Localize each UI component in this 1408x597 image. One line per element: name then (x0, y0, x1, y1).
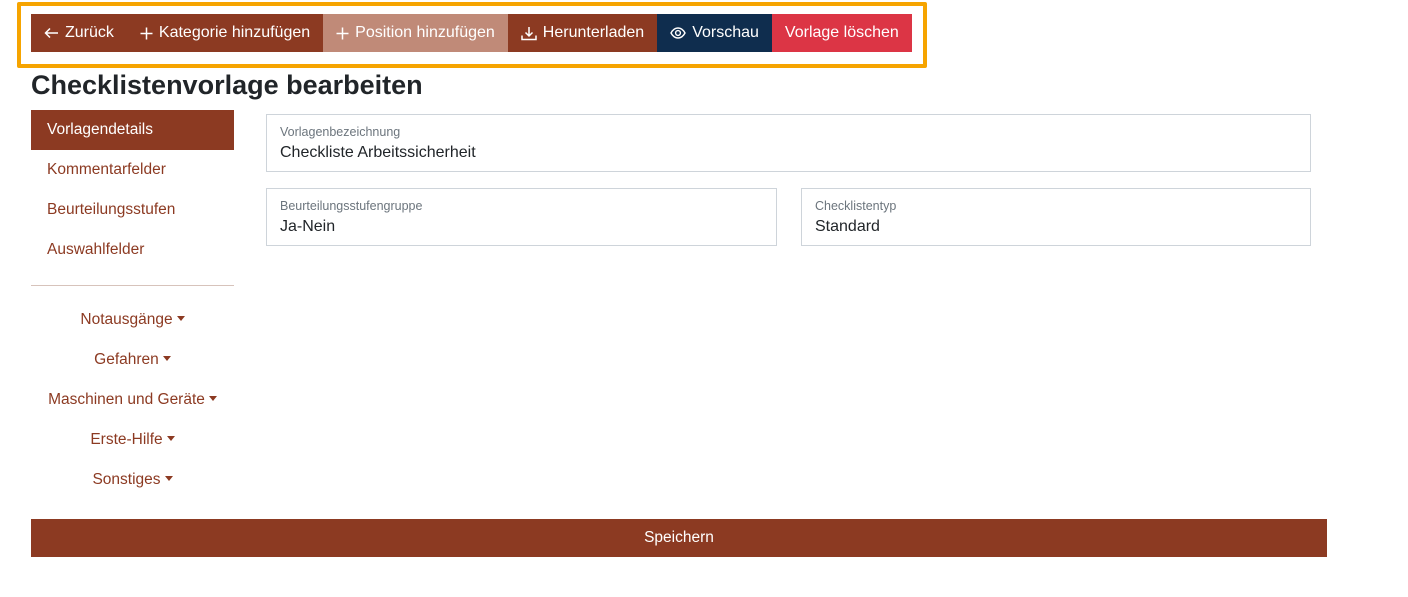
arrow-left-icon (44, 27, 59, 39)
add-category-button[interactable]: Kategorie hinzufügen (126, 14, 324, 52)
sidebar-item-rating-levels[interactable]: Beurteilungsstufen (31, 190, 234, 230)
back-button-label: Zurück (65, 24, 114, 41)
template-name-value: Checkliste Arbeitssicherheit (280, 144, 476, 161)
category-dropdown-hazards[interactable]: Gefahren (31, 340, 234, 380)
eye-icon (670, 27, 686, 39)
rating-group-field[interactable]: Beurteilungsstufengruppe Ja-Nein (266, 188, 777, 246)
sidebar-item-selection-fields[interactable]: Auswahlfelder (31, 230, 234, 270)
caret-down-icon (166, 436, 175, 441)
sidebar-divider (31, 285, 234, 286)
caret-down-icon (162, 356, 171, 361)
add-category-label: Kategorie hinzufügen (158, 24, 311, 41)
checklist-type-field[interactable]: Checklistentyp Standard (801, 188, 1311, 246)
add-position-button[interactable]: Position hinzufügen (323, 14, 508, 52)
sidebar-item-comment-fields[interactable]: Kommentarfelder (31, 150, 234, 190)
page-title: Checklistenvorlage bearbeiten (31, 70, 423, 100)
plus-icon (336, 27, 349, 40)
download-label: Herunterladen (542, 24, 645, 41)
back-button[interactable]: Zurück (31, 14, 127, 52)
category-dropdown-miscellaneous[interactable]: Sonstiges (31, 460, 234, 500)
download-icon (521, 26, 537, 41)
add-position-label: Position hinzufügen (355, 24, 495, 41)
preview-label: Vorschau (692, 24, 759, 41)
download-button[interactable]: Herunterladen (507, 14, 658, 52)
category-label: Notausgänge (80, 311, 173, 328)
delete-template-label: Vorlage löschen (784, 24, 899, 41)
toolbar: Zurück Kategorie hinzufügen Position hin… (31, 14, 912, 52)
checklist-type-label: Checklistentyp (815, 199, 897, 213)
caret-down-icon (208, 396, 217, 401)
template-name-label: Vorlagenbezeichnung (280, 125, 401, 139)
plus-icon (140, 27, 153, 40)
category-dropdown-first-aid[interactable]: Erste-Hilfe (31, 420, 234, 460)
rating-group-label: Beurteilungsstufengruppe (280, 199, 423, 213)
category-dropdown-machines[interactable]: Maschinen und Geräte (31, 380, 234, 420)
preview-button[interactable]: Vorschau (657, 14, 772, 52)
save-button[interactable]: Speichern (31, 519, 1327, 557)
caret-down-icon (164, 476, 173, 481)
checklist-type-value: Standard (815, 218, 880, 235)
category-label: Maschinen und Geräte (48, 391, 205, 408)
template-name-field[interactable]: Vorlagenbezeichnung Checkliste Arbeitssi… (266, 114, 1311, 172)
sidebar-item-template-details[interactable]: Vorlagendetails (31, 110, 234, 150)
category-label: Sonstiges (92, 471, 161, 488)
category-label: Gefahren (94, 351, 159, 368)
category-label: Erste-Hilfe (90, 431, 163, 448)
caret-down-icon (176, 316, 185, 321)
category-dropdown-emergency-exits[interactable]: Notausgänge (31, 300, 234, 340)
sidebar: Vorlagendetails Kommentarfelder Beurteil… (31, 110, 234, 500)
rating-group-value: Ja-Nein (280, 218, 336, 235)
delete-template-button[interactable]: Vorlage löschen (771, 14, 912, 52)
